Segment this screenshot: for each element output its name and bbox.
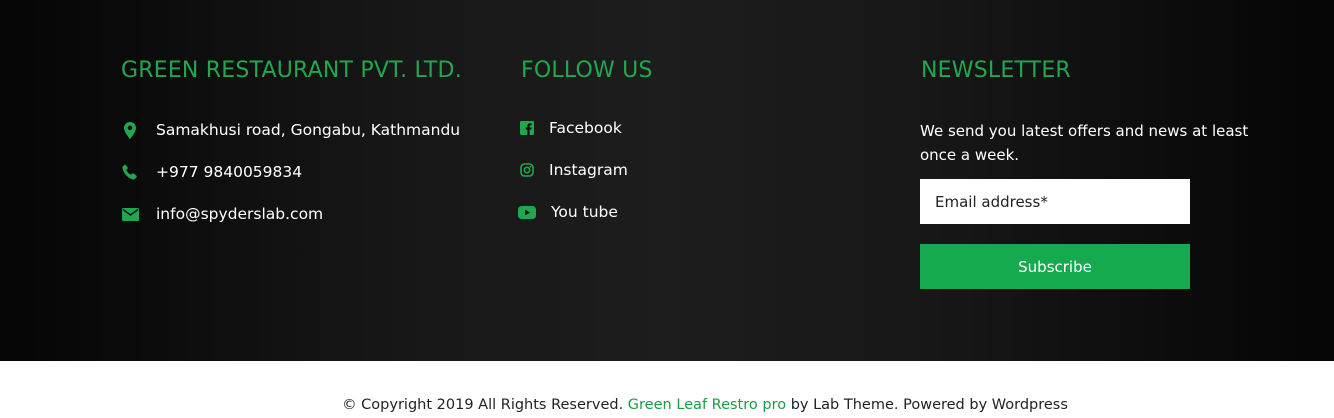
copyright-prefix: © Copyright 2019 All Rights Reserved. [342, 397, 624, 413]
newsletter-title: NEWSLETTER [921, 58, 1071, 83]
email-address-input[interactable] [920, 179, 1190, 224]
copyright-bar: © Copyright 2019 All Rights Reserved. Gr… [0, 397, 1334, 413]
address-text: Samakhusi road, Gongabu, Kathmandu [156, 121, 461, 139]
youtube-link[interactable]: You tube [518, 203, 618, 221]
theme-link[interactable]: Green Leaf Restro pro [628, 397, 786, 413]
address-item: Samakhusi road, Gongabu, Kathmandu [121, 121, 460, 139]
instagram-label: Instagram [549, 161, 628, 179]
instagram-icon [518, 161, 536, 179]
follow-title: FOLLOW US [521, 58, 653, 83]
subscribe-button[interactable]: Subscribe [920, 244, 1190, 289]
youtube-label: You tube [551, 203, 618, 221]
company-title: GREEN RESTAURANT PVT. LTD. [121, 58, 462, 83]
envelope-icon [121, 205, 139, 223]
instagram-link[interactable]: Instagram [518, 161, 628, 179]
newsletter-description: We send you latest offers and news at le… [920, 122, 1249, 164]
site-footer: GREEN RESTAURANT PVT. LTD. Samakhusi roa… [0, 0, 1334, 361]
phone-icon [121, 163, 139, 181]
phone-text: +977 9840059834 [156, 163, 303, 181]
map-marker-icon [121, 121, 139, 139]
email-item: info@spyderslab.com [121, 205, 323, 223]
youtube-icon [518, 203, 536, 221]
phone-item: +977 9840059834 [121, 163, 302, 181]
facebook-icon [518, 119, 536, 137]
facebook-link[interactable]: Facebook [518, 119, 622, 137]
facebook-label: Facebook [549, 119, 622, 137]
copyright-suffix: by Lab Theme. Powered by Wordpress [790, 397, 1068, 413]
email-text: info@spyderslab.com [156, 205, 324, 223]
